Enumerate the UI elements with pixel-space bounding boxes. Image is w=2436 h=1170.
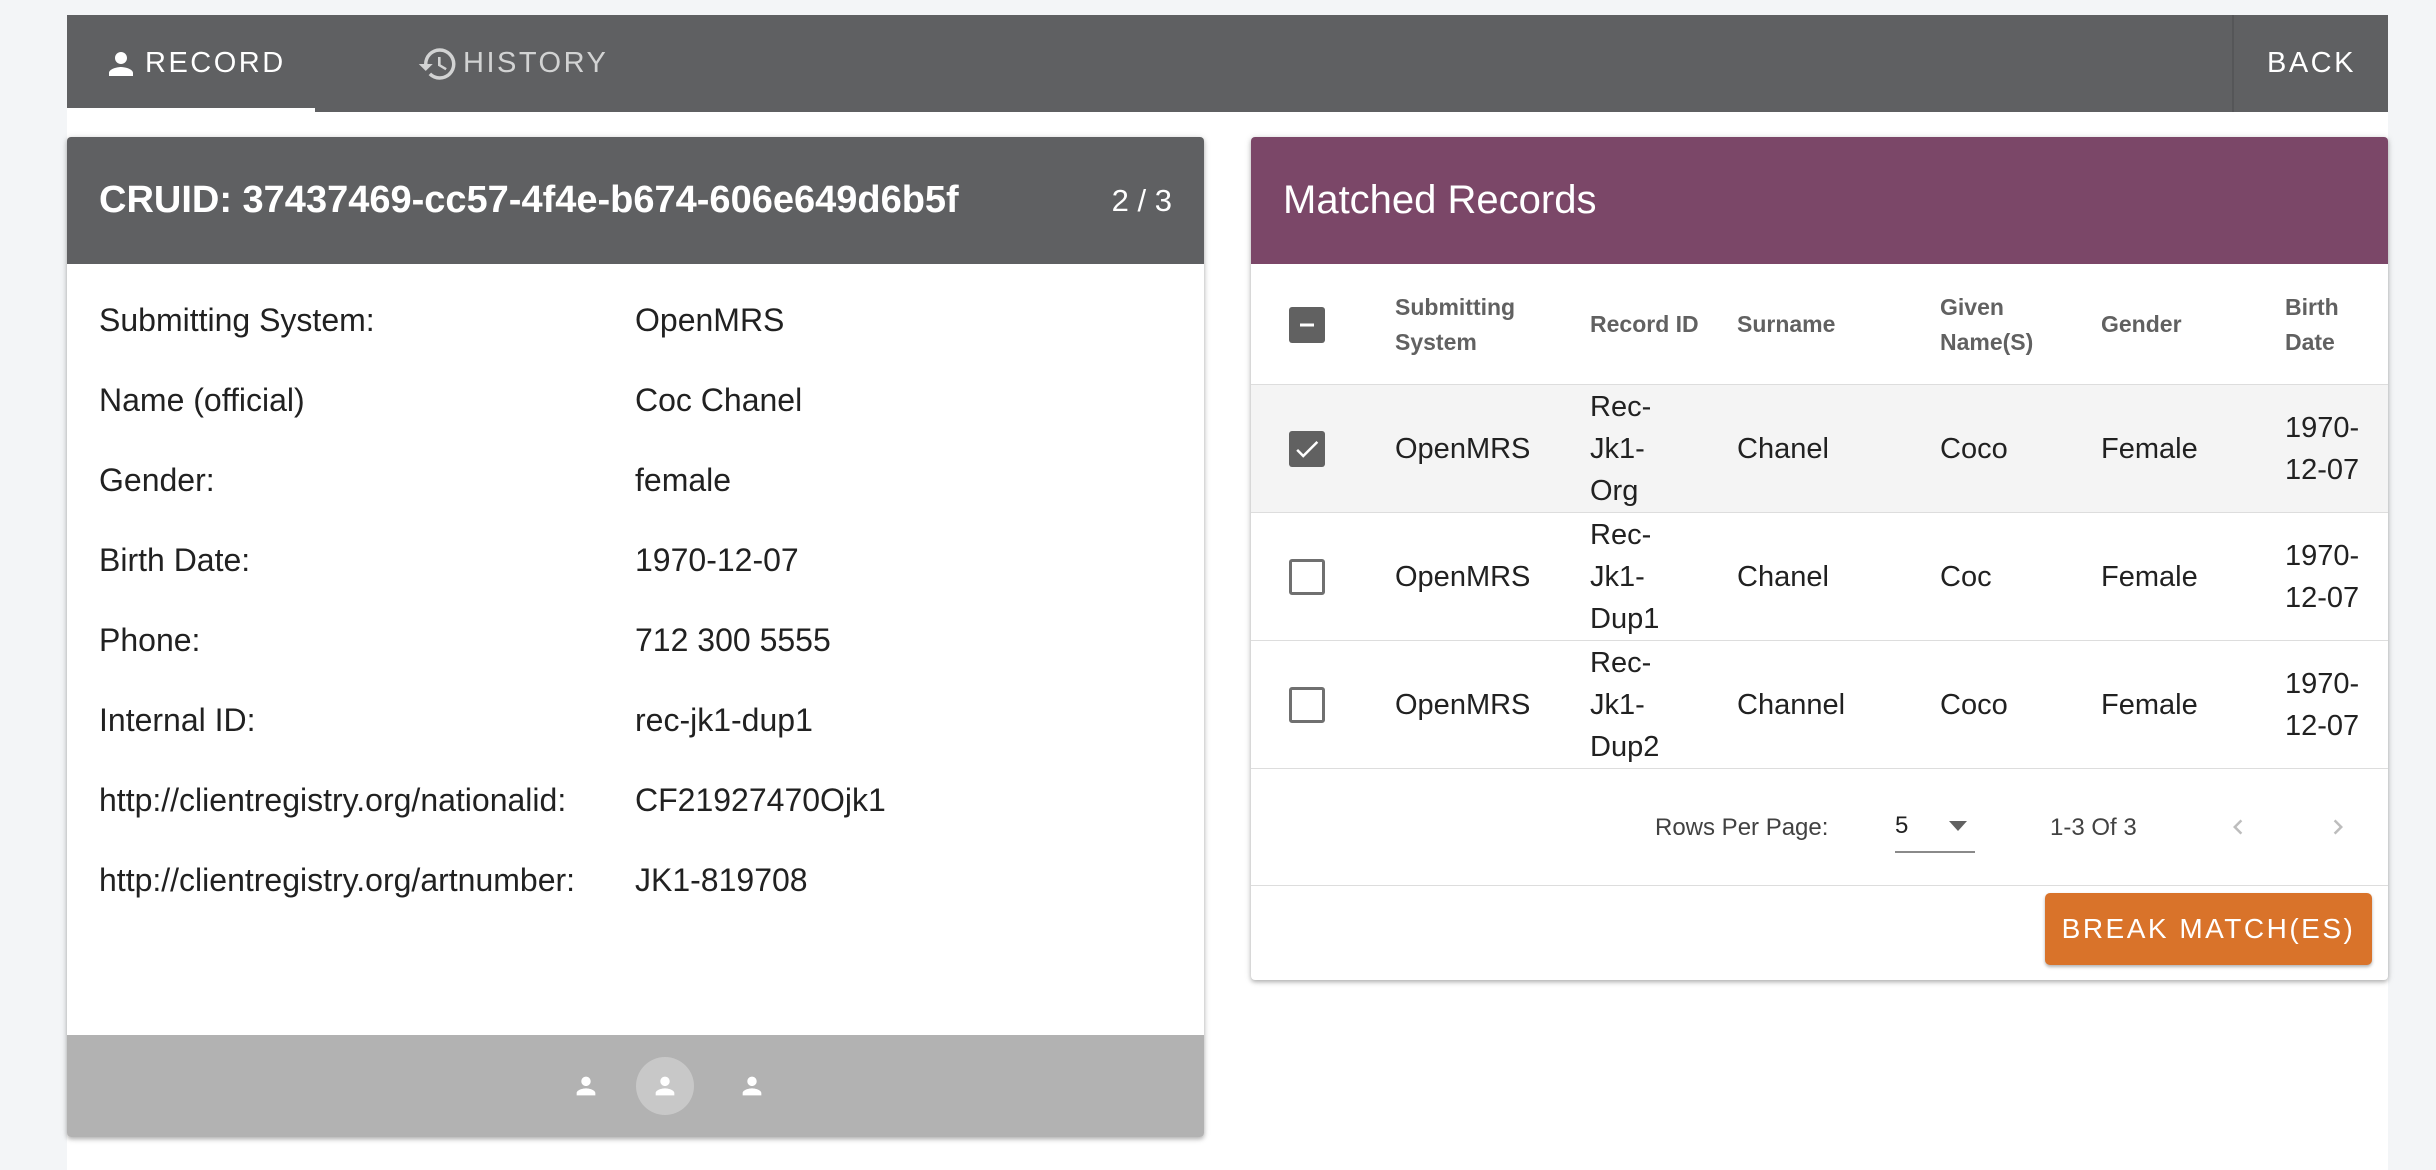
cell-record-id: Rec-Jk1-Dup1	[1590, 518, 1660, 635]
table-row[interactable]: OpenMRS Rec-Jk1-Org Chanel Coco Female 1…	[1251, 385, 2388, 513]
record-field-row: http://clientregistry.org/artnumber: JK1…	[99, 840, 1179, 920]
cell-given-name: Coco	[1940, 688, 2008, 721]
field-value: JK1-819708	[635, 861, 808, 898]
person-icon	[576, 1076, 596, 1096]
table-pagination: Rows Per Page: 5 1-3 Of 3	[1251, 769, 2388, 886]
matched-records-title: Matched Records	[1283, 178, 1597, 222]
field-value: OpenMRS	[635, 301, 785, 338]
record-dot-1[interactable]	[556, 1035, 616, 1137]
active-dot	[636, 1057, 694, 1115]
dropdown-arrow-icon	[1949, 821, 1967, 831]
table-row[interactable]: OpenMRS Rec-Jk1-Dup2 Channel Coco Female…	[1251, 641, 2388, 769]
person-icon	[742, 1076, 762, 1096]
cell-birth-date: 1970-12-07	[2285, 539, 2360, 614]
tab-history[interactable]: HISTORY	[345, 15, 609, 112]
field-value: female	[635, 461, 732, 498]
rows-per-page-select[interactable]: 5	[1895, 801, 1975, 853]
row-checkbox[interactable]	[1289, 559, 1325, 595]
column-header-surname[interactable]: Surname	[1737, 264, 1877, 385]
table-header: Submitting System Record ID Surname Give…	[1251, 264, 2388, 385]
field-label: Phone:	[99, 621, 201, 658]
cell-record-id: Rec-Jk1-Org	[1590, 390, 1652, 507]
cell-surname: Chanel	[1737, 432, 1829, 465]
field-label: http://clientregistry.org/artnumber:	[99, 861, 576, 898]
column-header-birth-date[interactable]: Birth Date	[2285, 264, 2365, 385]
field-value: Coc Chanel	[635, 381, 803, 418]
field-label: Gender:	[99, 461, 215, 498]
cell-system: OpenMRS	[1395, 688, 1531, 721]
cell-system: OpenMRS	[1395, 432, 1531, 465]
record-field-row: http://clientregistry.org/nationalid: CF…	[99, 760, 1179, 840]
record-field-row: Birth Date: 1970-12-07	[99, 520, 1179, 600]
row-checkbox[interactable]	[1289, 431, 1325, 467]
column-header-given-name[interactable]: Given Name(S)	[1940, 264, 2060, 385]
column-header-system[interactable]: Submitting System	[1395, 264, 1565, 385]
field-label: http://clientregistry.org/nationalid:	[99, 781, 567, 818]
page-range-label: 1-3 Of 3	[2050, 813, 2137, 841]
cell-birth-date: 1970-12-07	[2285, 667, 2360, 742]
active-tab-indicator	[67, 108, 315, 112]
cell-surname: Channel	[1737, 688, 1846, 721]
record-counter: 2 / 3	[1111, 182, 1172, 218]
record-field-row: Submitting System: OpenMRS	[99, 280, 1179, 360]
person-icon	[655, 1076, 675, 1096]
cell-birth-date: 1970-12-07	[2285, 411, 2360, 486]
record-cruid-title: CRUID: 37437469-cc57-4f4e-b674-606e649d6…	[99, 179, 959, 221]
table-row[interactable]: OpenMRS Rec-Jk1-Dup1 Chanel Coc Female 1…	[1251, 513, 2388, 641]
record-card-header: CRUID: 37437469-cc57-4f4e-b674-606e649d6…	[67, 137, 1204, 264]
history-icon	[417, 43, 459, 85]
matched-records-card: Matched Records Submitting System Record…	[1251, 137, 2388, 980]
tab-history-label: HISTORY	[463, 47, 609, 79]
person-icon	[103, 46, 139, 82]
record-field-row: Phone: 712 300 5555	[99, 600, 1179, 680]
previous-page-button[interactable]	[2220, 809, 2256, 845]
cell-gender: Female	[2101, 560, 2198, 593]
next-page-button[interactable]	[2320, 809, 2356, 845]
tab-record-label: RECORD	[145, 47, 286, 79]
field-label: Name (official)	[99, 381, 305, 418]
minus-icon	[1300, 323, 1314, 327]
cell-surname: Chanel	[1737, 560, 1829, 593]
select-all-checkbox[interactable]	[1289, 307, 1325, 343]
record-field-row: Internal ID: rec-jk1-dup1	[99, 680, 1179, 760]
toolbar-divider	[2232, 15, 2234, 112]
top-toolbar: RECORD HISTORY BACK	[67, 15, 2388, 112]
cell-gender: Female	[2101, 688, 2198, 721]
field-value: CF21927470Ojk1	[635, 781, 886, 818]
break-matches-button[interactable]: BREAK MATCH(ES)	[2045, 893, 2372, 965]
field-value: 712 300 5555	[635, 621, 831, 658]
record-dot-2[interactable]	[635, 1035, 695, 1137]
check-icon	[1296, 440, 1319, 458]
record-field-row: Gender: female	[99, 440, 1179, 520]
row-checkbox[interactable]	[1289, 687, 1325, 723]
rows-per-page-label: Rows Per Page:	[1655, 813, 1829, 841]
record-field-row: Name (official) Coc Chanel	[99, 360, 1179, 440]
cell-given-name: Coc	[1940, 560, 1992, 593]
record-card: CRUID: 37437469-cc57-4f4e-b674-606e649d6…	[67, 137, 1204, 1137]
column-header-record-id[interactable]: Record ID	[1590, 264, 1700, 385]
record-pagination	[67, 1035, 1204, 1137]
record-dot-3[interactable]	[722, 1035, 782, 1137]
matched-records-header: Matched Records	[1251, 137, 2388, 264]
field-label: Submitting System:	[99, 301, 375, 338]
chevron-left-icon	[2233, 819, 2243, 835]
rows-per-page-value: 5	[1895, 812, 1909, 839]
column-header-gender[interactable]: Gender	[2101, 264, 2221, 385]
cell-record-id: Rec-Jk1-Dup2	[1590, 646, 1660, 763]
field-value: rec-jk1-dup1	[635, 701, 813, 738]
cell-system: OpenMRS	[1395, 560, 1531, 593]
chevron-right-icon	[2333, 819, 2343, 835]
cell-gender: Female	[2101, 432, 2198, 465]
field-label: Internal ID:	[99, 701, 256, 738]
cell-given-name: Coco	[1940, 432, 2008, 465]
tab-record[interactable]: RECORD	[67, 15, 315, 112]
field-label: Birth Date:	[99, 541, 251, 578]
back-button[interactable]: BACK	[2235, 15, 2388, 112]
field-value: 1970-12-07	[635, 541, 799, 578]
